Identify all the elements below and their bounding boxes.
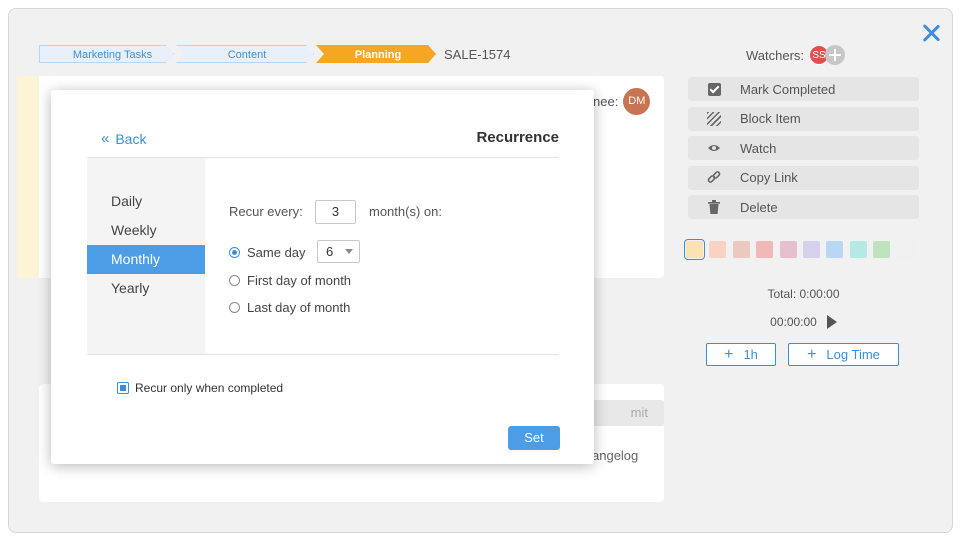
total-time: Total: 0:00:00 [767, 287, 840, 301]
back-button[interactable]: « Back [101, 130, 146, 147]
option-label: First day of month [247, 273, 352, 288]
recur-unit-label: month(s) on: [369, 204, 442, 219]
play-icon[interactable] [826, 315, 837, 329]
copy-link-button[interactable]: Copy Link [688, 165, 919, 190]
log-time-button[interactable]: + Log Time [788, 343, 899, 366]
color-swatch[interactable] [849, 241, 867, 258]
color-swatch[interactable] [684, 239, 705, 260]
action-list: Mark Completed Block Item Watch Copy Lin… [688, 77, 919, 225]
radio-icon[interactable] [229, 302, 240, 313]
frequency-list: Daily Weekly Monthly Yearly [87, 158, 205, 354]
link-icon [688, 166, 740, 190]
assignee-label: nee: [593, 94, 619, 109]
watchers: Watchers: SS [746, 45, 846, 65]
color-swatch[interactable] [732, 241, 750, 258]
trash-icon [688, 195, 740, 219]
add-watcher-icon[interactable] [825, 45, 846, 65]
double-chevron-left-icon: « [101, 130, 109, 147]
dialog-title: Recurrence [476, 129, 559, 146]
divider [87, 354, 559, 355]
chevron-down-icon [345, 249, 353, 254]
timer: 00:00:00 [688, 315, 919, 329]
recur-every-label: Recur every: [229, 204, 303, 219]
frequency-yearly[interactable]: Yearly [87, 274, 205, 303]
plus-icon: + [724, 345, 734, 363]
color-swatches [684, 239, 920, 260]
checkbox-icon [688, 77, 740, 101]
color-swatch[interactable] [779, 241, 797, 258]
task-panel: Marketing Tasks Content Planning SALE-15… [8, 8, 953, 533]
same-day-select[interactable]: 6 [317, 240, 360, 263]
option-label: Last day of month [247, 300, 351, 315]
assignee: nee: DM [593, 88, 651, 115]
frequency-weekly[interactable]: Weekly [87, 216, 205, 245]
option-first-day[interactable]: First day of month [229, 273, 351, 288]
card-color-strip [17, 76, 39, 278]
recur-only-completed-checkbox[interactable]: Recur only when completed [117, 381, 283, 395]
hatch-icon [688, 107, 740, 131]
add-hour-label: 1h [743, 347, 758, 362]
block-item-button[interactable]: Block Item [688, 106, 919, 131]
frequency-monthly[interactable]: Monthly [87, 245, 205, 274]
delete-button[interactable]: Delete [688, 195, 919, 220]
color-swatch[interactable] [826, 241, 844, 258]
time-buttons: + 1h + Log Time [706, 343, 911, 366]
submit-button[interactable]: mit [592, 400, 664, 426]
color-swatch[interactable] [709, 241, 727, 258]
frequency-daily[interactable]: Daily [87, 187, 205, 216]
recurrence-dialog: « Back Recurrence Daily Weekly Monthly Y… [51, 90, 594, 464]
breadcrumb-item-planning[interactable]: Planning [316, 45, 436, 63]
set-button[interactable]: Set [508, 426, 560, 450]
action-label: Mark Completed [740, 81, 836, 97]
only-completed-label: Recur only when completed [135, 381, 284, 395]
action-label: Copy Link [740, 170, 798, 186]
changelog-tab[interactable]: angelog [592, 448, 638, 463]
log-time-label: Log Time [826, 347, 880, 362]
color-swatch[interactable] [873, 241, 891, 258]
action-label: Delete [740, 199, 778, 215]
eye-icon [688, 136, 740, 160]
color-swatch[interactable] [896, 241, 914, 258]
radio-selected-icon[interactable] [229, 247, 240, 258]
color-swatch[interactable] [756, 241, 774, 258]
action-label: Block Item [740, 111, 801, 127]
action-label: Watch [740, 140, 777, 156]
option-label: Same day [247, 245, 306, 260]
close-icon[interactable] [917, 19, 945, 47]
watch-button[interactable]: Watch [688, 136, 919, 161]
breadcrumb-item-marketing-tasks[interactable]: Marketing Tasks [39, 45, 174, 63]
recur-every-input[interactable]: 3 [315, 200, 356, 224]
plus-icon: + [807, 345, 817, 363]
add-hour-button[interactable]: + 1h [706, 343, 776, 366]
option-last-day[interactable]: Last day of month [229, 300, 350, 315]
color-swatch[interactable] [802, 241, 820, 258]
back-label: Back [115, 130, 147, 147]
mark-completed-button[interactable]: Mark Completed [688, 77, 919, 101]
breadcrumb: Marketing Tasks Content Planning SALE-15… [39, 45, 511, 63]
checkbox-checked-icon[interactable] [117, 382, 129, 394]
avatar[interactable]: DM [623, 88, 651, 115]
option-same-day[interactable]: Same day [229, 245, 306, 260]
task-id: SALE-1574 [444, 46, 511, 62]
timer-value: 00:00:00 [770, 315, 817, 329]
radio-icon[interactable] [229, 275, 240, 286]
watchers-label: Watchers: [746, 47, 805, 63]
breadcrumb-item-content[interactable]: Content [176, 45, 314, 63]
same-day-value: 6 [326, 244, 334, 259]
